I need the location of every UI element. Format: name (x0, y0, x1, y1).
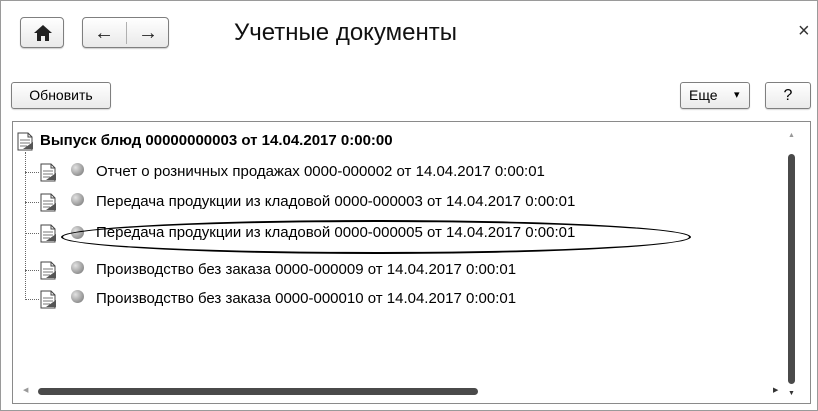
status-dot-icon (71, 163, 84, 176)
horizontal-scroll-thumb[interactable] (38, 388, 478, 395)
close-icon[interactable]: × (798, 20, 810, 42)
more-button-label: Еще (689, 87, 718, 103)
refresh-button[interactable]: Обновить (11, 82, 111, 109)
tree-row-label: Производство без заказа 0000-000009 от 1… (96, 261, 517, 278)
status-dot-icon (71, 290, 84, 303)
document-icon (17, 132, 33, 151)
tree-connector (25, 270, 39, 271)
document-icon (40, 224, 56, 243)
document-icon (40, 261, 56, 280)
status-dot-icon (71, 261, 84, 274)
highlight-ellipse (61, 220, 691, 254)
scroll-right-icon[interactable]: ▶ (773, 386, 778, 394)
vertical-scroll-thumb[interactable] (788, 154, 795, 384)
scroll-down-icon[interactable]: ▼ (788, 390, 795, 397)
help-button[interactable]: ? (765, 82, 811, 109)
scroll-up-icon[interactable]: ▲ (788, 132, 795, 139)
vertical-scrollbar[interactable]: ▲ ▼ (785, 132, 799, 397)
documents-tree[interactable]: Выпуск блюд 00000000003 от 14.04.2017 0:… (12, 121, 811, 404)
tree-row-label: Передача продукции из кладовой 0000-0000… (96, 193, 576, 210)
tree-row-label: Производство без заказа 0000-000010 от 1… (96, 290, 517, 307)
forward-arrow-icon[interactable]: → (138, 21, 158, 45)
tree-row-label: Отчет о розничных продажах 0000-000002 о… (96, 163, 545, 180)
status-dot-icon (71, 193, 84, 206)
nav-divider (126, 22, 127, 44)
tree-connector (25, 152, 26, 300)
tree-connector (25, 202, 39, 203)
tree-connector (25, 172, 39, 173)
more-button[interactable]: Еще ▾ (680, 82, 750, 109)
window-title: Учетные документы (234, 19, 458, 46)
home-icon (34, 25, 52, 41)
document-icon (40, 163, 56, 182)
scroll-left-icon[interactable]: ◀ (23, 386, 28, 394)
tree-root-label: Выпуск блюд 00000000003 от 14.04.2017 0:… (40, 132, 393, 149)
document-icon (40, 290, 56, 309)
tree-connector (25, 233, 39, 234)
history-nav: ← → (82, 17, 169, 48)
horizontal-scrollbar[interactable]: ◀ ▶ (23, 384, 783, 398)
back-arrow-icon[interactable]: ← (94, 21, 114, 45)
report-window: ← → Учетные документы × Обновить Еще ▾ ?… (0, 0, 818, 411)
tree-connector (25, 299, 39, 300)
home-button[interactable] (20, 17, 64, 48)
chevron-down-icon: ▾ (734, 89, 740, 101)
document-icon (40, 193, 56, 212)
